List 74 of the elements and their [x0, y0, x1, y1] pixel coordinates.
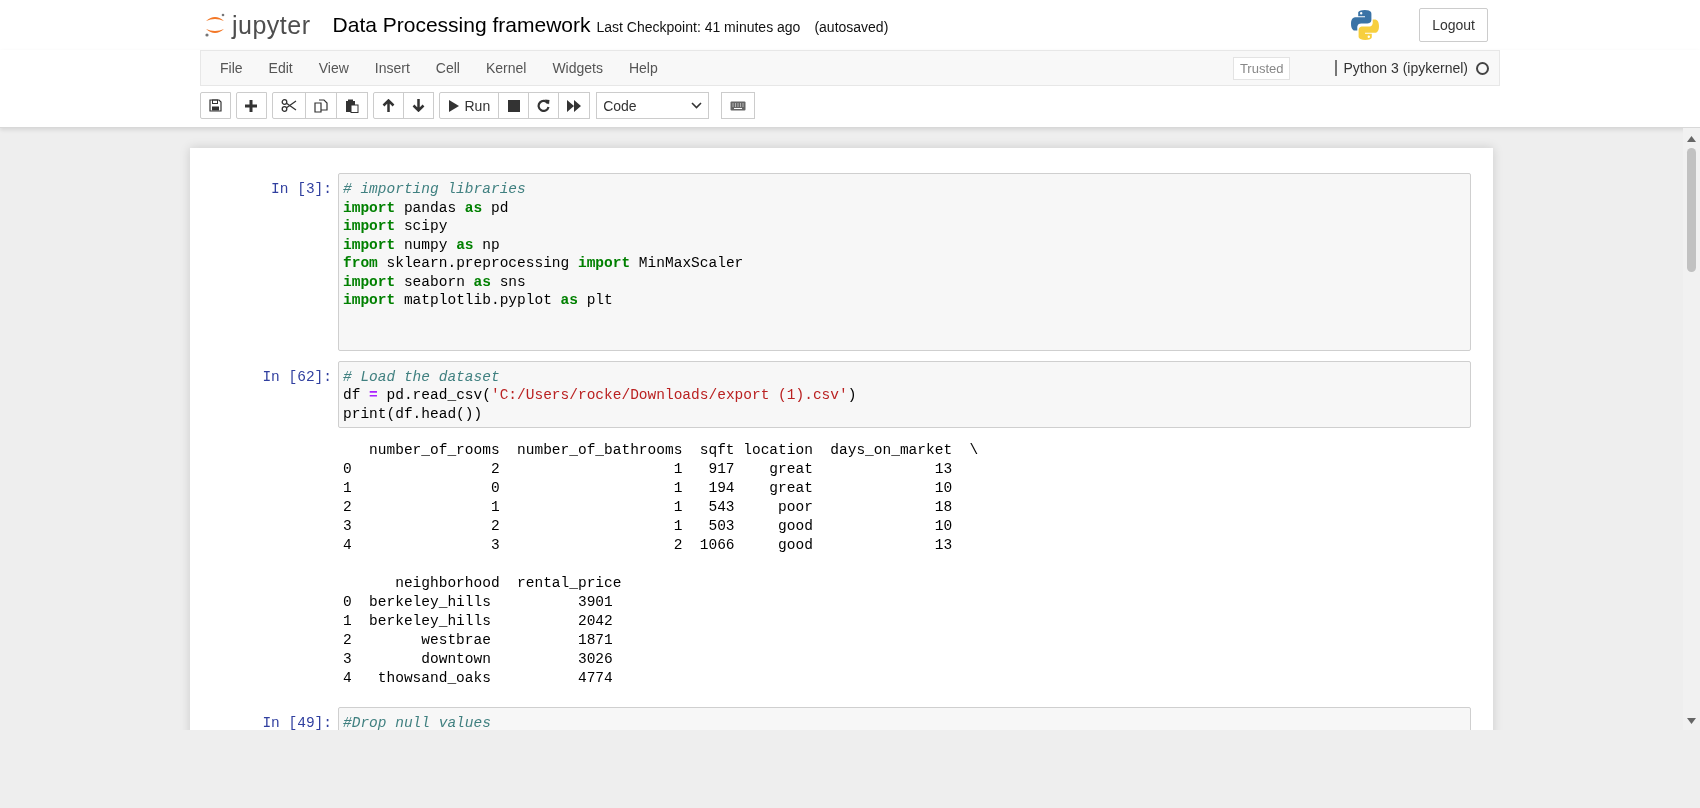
chevron-down-icon [691, 102, 703, 109]
code-input[interactable]: # importing libraries import pandas as pd import scipy import numpy as np from sklearn.preprocessing import MinMaxScaler import seaborn as sns import matplotlib.pyplot as plt [338, 173, 1471, 351]
code-line: # Load the dataset [343, 367, 500, 386]
interrupt-button[interactable] [498, 92, 530, 119]
code-line: from sklearn.preprocessing import MinMaxScaler [343, 254, 744, 273]
trusted-indicator[interactable]: Trusted [1232, 56, 1291, 80]
code-line: #Drop null values [343, 714, 491, 730]
run-all-button[interactable] [558, 92, 591, 119]
output-line: 1 berkeley_hills 2042 [343, 612, 613, 631]
input-prompt: In [62]: [261, 367, 333, 385]
menu-item[interactable]: View [305, 60, 362, 76]
output-line: number_of_rooms number_of_bathrooms sqft location days_on_market \ [368, 441, 979, 460]
code-line: import numpy as np [343, 235, 500, 254]
autosave-status: (autosaved) [814, 17, 889, 35]
menu-item[interactable]: Kernel [472, 60, 540, 76]
scrollbar-thumb[interactable] [1687, 148, 1696, 272]
run-button[interactable]: Run [438, 92, 500, 119]
keyboard-icon [730, 100, 747, 111]
code-line: import matplotlib.pyplot as plt [343, 291, 613, 310]
clipboard-icon [344, 98, 359, 113]
python-logo-icon [1349, 9, 1382, 41]
kernel-name[interactable]: Python 3 (ipykernel) [1335, 60, 1468, 76]
menu-item[interactable]: Cell [422, 60, 473, 76]
code-line: print(df.head()) [343, 404, 483, 423]
code-input[interactable]: #Drop null values [338, 707, 1471, 730]
scissors-icon [280, 99, 297, 112]
play-icon [447, 99, 459, 112]
output-line: 4 thowsand_oaks 4774 [343, 669, 613, 688]
jupyter-logo-icon [204, 12, 226, 38]
menu-item[interactable]: Help [615, 60, 671, 76]
code-line: import pandas as pd [343, 198, 509, 217]
copy-icon [313, 98, 328, 113]
paste-button[interactable] [335, 92, 368, 119]
output-line: neighborhood rental_price [394, 574, 622, 593]
menu-item[interactable]: Widgets [539, 60, 616, 76]
code-line: df = pd.read_csv('C:/Users/rocke/Downloads/export (1).csv') [343, 386, 857, 405]
plus-icon [245, 99, 257, 112]
move-up-button[interactable] [372, 92, 404, 119]
menu-item[interactable]: Insert [361, 60, 423, 76]
output-line: 0 2 1 917 great 13 [343, 460, 953, 479]
input-prompt: In [3]: [270, 180, 333, 197]
output-line: 2 westbrae 1871 [343, 631, 613, 650]
insert-cell-button[interactable] [235, 92, 267, 119]
scroll-up-icon [1687, 136, 1696, 142]
logout-button[interactable]: Logout [1419, 8, 1488, 42]
output-line: 1 0 1 194 great 10 [343, 479, 953, 498]
checkpoint-status: Last Checkpoint: 41 minutes ago [596, 17, 801, 35]
output-line: 0 berkeley_hills 3901 [343, 593, 613, 612]
output-line: 2 1 1 543 poor 18 [343, 498, 953, 517]
menu-item[interactable]: File [207, 60, 256, 76]
arrow-up-icon [381, 99, 395, 112]
stop-icon [507, 99, 520, 112]
scroll-down-icon [1687, 718, 1696, 724]
code-line: import seaborn as sns [343, 272, 526, 291]
code-input[interactable]: # Load the dataset df = pd.read_csv('C:/Users/rocke/Downloads/export (1).csv') print(df.head()) [338, 360, 1471, 428]
output-line: 3 downtown 3026 [343, 650, 613, 669]
input-prompt: In [49]: [261, 714, 333, 730]
command-palette-button[interactable] [721, 92, 756, 119]
code-line: import scipy [343, 217, 448, 236]
save-button[interactable] [199, 92, 231, 119]
output-line: 3 2 1 503 good 10 [343, 517, 953, 536]
code-line: # importing libraries [343, 180, 526, 199]
restart-icon [537, 99, 551, 112]
notebook-title[interactable]: Data Processing framework [332, 13, 591, 37]
copy-button[interactable] [304, 92, 337, 119]
fast-forward-icon [567, 99, 582, 112]
cut-button[interactable] [271, 92, 306, 119]
logo-text: jupyter [232, 10, 311, 40]
arrow-down-icon [411, 99, 425, 112]
move-down-button[interactable] [402, 92, 434, 119]
restart-button[interactable] [528, 92, 560, 119]
cell-type-dropdown[interactable]: Code [596, 92, 710, 119]
menu-item[interactable]: Edit [255, 60, 306, 76]
output-line: 4 3 2 1066 good 13 [343, 536, 953, 555]
